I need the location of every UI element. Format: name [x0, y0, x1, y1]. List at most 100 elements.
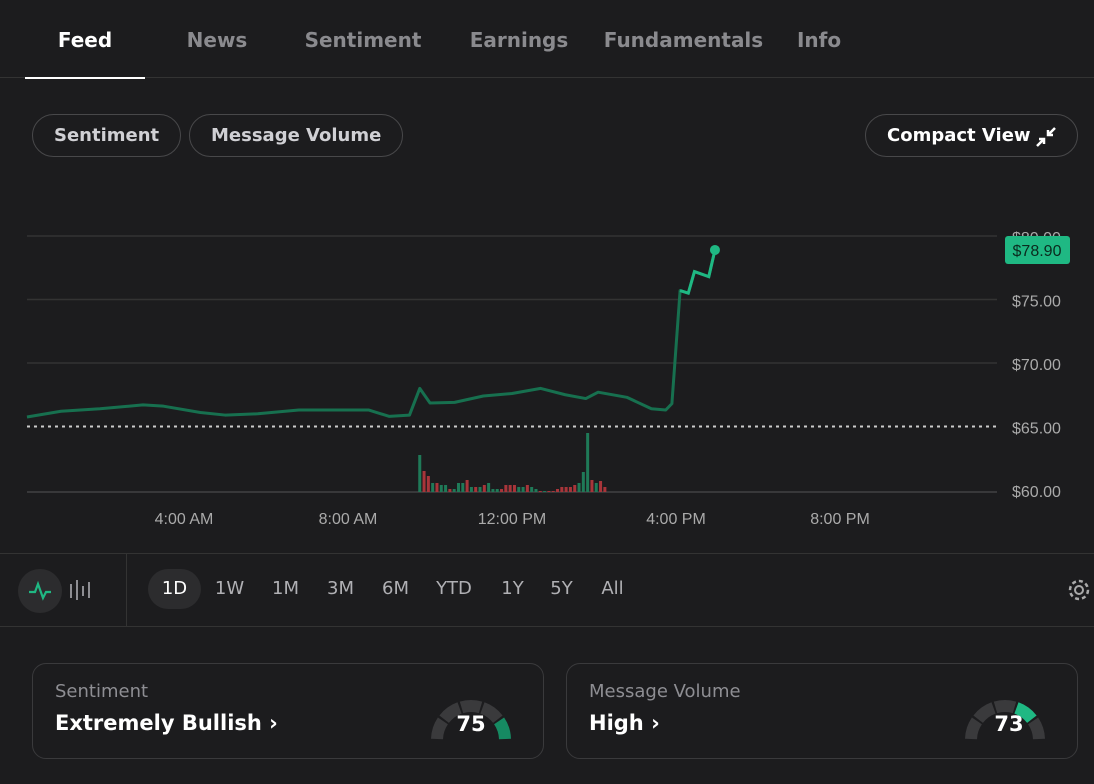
message-volume-score: 73	[994, 712, 1024, 736]
y-tick-label: $60.00	[1012, 484, 1061, 501]
sentiment-value-text: Extremely Bullish	[55, 711, 262, 735]
sentiment-label: Sentiment	[55, 681, 149, 702]
volume-bar	[422, 471, 426, 492]
collapse-arrows-icon	[1036, 127, 1056, 147]
volume-bar	[439, 485, 443, 492]
x-tick-label: 8:00 PM	[810, 511, 870, 528]
volume-bar	[525, 485, 529, 492]
price-chart[interactable]: $80.00$75.00$70.00$65.00$60.004:00 AM8:0…	[0, 180, 1094, 540]
volume-bar	[418, 455, 422, 492]
gauge-segment	[965, 717, 982, 740]
volume-bar	[590, 480, 594, 492]
volume-bar	[568, 487, 572, 492]
volume-bar	[603, 487, 607, 492]
volume-bar	[534, 489, 538, 492]
message-volume-card[interactable]: Message Volume High › 73	[566, 663, 1078, 759]
compact-view-label: Compact View	[887, 125, 1031, 146]
volume-bar	[426, 476, 430, 492]
range-1y[interactable]: 1Y	[490, 569, 535, 609]
volume-bar	[560, 487, 564, 492]
tab-sentiment[interactable]: Sentiment	[298, 0, 428, 78]
tab-info[interactable]: Info	[789, 0, 849, 78]
message-volume-value[interactable]: High ›	[589, 711, 660, 735]
volume-bar	[538, 491, 542, 492]
volume-bar	[452, 489, 456, 492]
volume-bar	[599, 481, 603, 492]
volume-bar	[517, 487, 521, 492]
sentiment-score: 75	[456, 712, 486, 736]
message-volume-label: Message Volume	[589, 681, 741, 702]
volume-bar	[530, 487, 534, 492]
sentiment-value[interactable]: Extremely Bullish ›	[55, 711, 278, 735]
volume-bar	[543, 491, 547, 492]
volume-bar	[521, 487, 525, 492]
range-all[interactable]: All	[590, 569, 635, 609]
last-price-label: $78.90	[1013, 243, 1062, 260]
range-5y[interactable]: 5Y	[539, 569, 584, 609]
last-price-dot	[709, 244, 720, 255]
price-line-recent	[679, 249, 717, 296]
volume-bar	[547, 491, 551, 492]
volume-bar	[556, 489, 560, 492]
line-chart-toggle[interactable]	[18, 569, 62, 613]
message-volume-filter-button[interactable]: Message Volume	[189, 114, 404, 157]
gear-icon[interactable]	[1066, 577, 1092, 603]
y-tick-label: $75.00	[1012, 294, 1061, 311]
x-tick-label: 8:00 AM	[319, 511, 378, 528]
gauge-segment	[1028, 717, 1045, 740]
volume-bar	[577, 483, 581, 492]
tab-earnings[interactable]: Earnings	[464, 0, 574, 78]
volume-bar	[504, 485, 508, 492]
volume-bar	[431, 483, 435, 492]
range-6m[interactable]: 6M	[373, 569, 418, 609]
range-1m[interactable]: 1M	[263, 569, 308, 609]
volume-bar	[551, 491, 555, 492]
chevron-right-icon: ›	[651, 711, 660, 735]
range-1d[interactable]: 1D	[148, 569, 201, 609]
tab-bar: Feed News Sentiment Earnings Fundamental…	[0, 0, 1094, 79]
volume-bar	[456, 483, 460, 492]
candlestick-chart-icon[interactable]	[68, 578, 94, 604]
volume-bar	[500, 489, 504, 492]
x-tick-label: 12:00 PM	[478, 511, 546, 528]
sentiment-card[interactable]: Sentiment Extremely Bullish › 75	[32, 663, 544, 759]
y-tick-label: $65.00	[1012, 421, 1061, 438]
chevron-right-icon: ›	[269, 711, 278, 735]
sentiment-filter-button[interactable]: Sentiment	[32, 114, 182, 157]
volume-bar	[573, 485, 577, 492]
volume-bar	[594, 483, 598, 492]
line-chart-icon	[29, 580, 51, 601]
range-3m[interactable]: 3M	[318, 569, 363, 609]
volume-bar	[581, 472, 585, 492]
volume-bar	[512, 485, 516, 492]
tab-news[interactable]: News	[172, 0, 262, 78]
divider	[126, 554, 127, 626]
y-tick-label: $70.00	[1012, 357, 1061, 374]
volume-bar	[478, 487, 482, 492]
x-tick-label: 4:00 PM	[646, 511, 706, 528]
gauge-segment	[494, 717, 511, 740]
message-volume-value-text: High	[589, 711, 644, 735]
volume-bar	[444, 485, 448, 492]
volume-bar	[435, 483, 439, 492]
volume-bar	[495, 489, 499, 492]
range-ytd[interactable]: YTD	[428, 569, 480, 609]
volume-bar	[586, 433, 590, 492]
tab-fundamentals[interactable]: Fundamentals	[601, 0, 766, 78]
volume-bar	[465, 480, 469, 492]
volume-bar	[469, 487, 473, 492]
tab-feed[interactable]: Feed	[25, 0, 145, 79]
volume-bar	[482, 485, 486, 492]
gauge-segment	[431, 717, 448, 740]
volume-bar	[564, 487, 568, 492]
volume-bar	[491, 489, 495, 492]
volume-bar	[461, 483, 465, 492]
volume-bar	[474, 487, 478, 492]
range-1w[interactable]: 1W	[207, 569, 252, 609]
price-line	[26, 249, 717, 419]
volume-bar	[448, 489, 452, 492]
x-tick-label: 4:00 AM	[155, 511, 214, 528]
volume-bar	[508, 485, 512, 492]
volume-bar	[487, 483, 491, 492]
compact-view-button[interactable]: Compact View	[865, 114, 1078, 157]
